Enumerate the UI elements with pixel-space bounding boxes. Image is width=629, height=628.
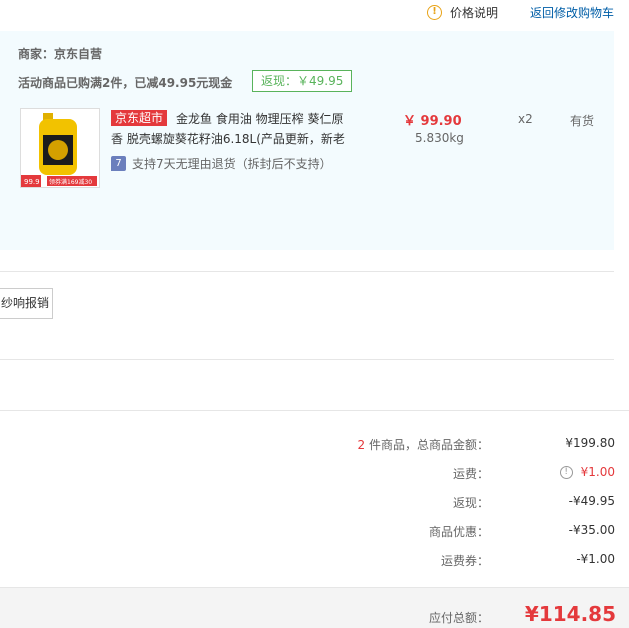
freight-value-wrap: ! ¥1.00 bbox=[559, 465, 615, 479]
stock-status: 有货 bbox=[570, 114, 595, 128]
summary-freight-coupon-row: 运费券： -¥1.00 bbox=[0, 552, 629, 572]
freight-value: ¥1.00 bbox=[580, 465, 615, 479]
product-quantity: x2 bbox=[518, 112, 533, 126]
promo-text: 活动商品已购满2件，已减49.95元现金 bbox=[18, 76, 233, 90]
summary-goods-row: 2 件商品，总商品金额： ¥199.80 bbox=[0, 436, 629, 456]
discount-value: -¥35.00 bbox=[568, 523, 615, 537]
freight-coupon-label: 运费券： bbox=[440, 554, 489, 568]
shop-order-block: 商家：京东自营 活动商品已购满2件，已减49.95元现金 返现：￥49.95 9… bbox=[0, 31, 614, 250]
merchant-name: 商家：京东自营 bbox=[18, 47, 103, 61]
return-to-cart-link[interactable]: 返回修改购物车 bbox=[530, 4, 614, 21]
summary-freight-row: 运费： ! ¥1.00 bbox=[0, 465, 629, 485]
divider bbox=[0, 359, 614, 360]
freight-coupon-value: -¥1.00 bbox=[576, 552, 615, 566]
freight-info-icon[interactable]: ! bbox=[559, 465, 573, 479]
info-icon: ! bbox=[427, 5, 442, 20]
thumb-price: 99.9 bbox=[24, 178, 40, 186]
rebate-label: 返现： bbox=[452, 496, 489, 510]
price-info-label: 价格说明 bbox=[450, 6, 499, 20]
invoice-button[interactable]: 纱响报销 bbox=[0, 288, 53, 319]
rebate-tag: 返现：￥49.95 bbox=[252, 70, 353, 92]
price-info-link[interactable]: ! 价格说明 bbox=[427, 4, 498, 21]
divider bbox=[0, 410, 629, 411]
goods-count-label: 2 件商品，总商品金额： bbox=[358, 436, 489, 453]
summary-rebate-row: 返现： -¥49.95 bbox=[0, 494, 629, 514]
divider bbox=[0, 271, 614, 272]
payable-label: 应付总额： bbox=[428, 611, 489, 625]
return-policy-text: 支持7天无理由退货（拆封后不支持） bbox=[132, 157, 332, 171]
payable-value: ¥114.85 bbox=[524, 602, 616, 626]
product-thumbnail[interactable]: 99.9 领券满169减30 bbox=[20, 108, 100, 188]
goods-count-suffix: 件商品，总商品金额： bbox=[368, 438, 489, 452]
rebate-value: -¥49.95 bbox=[568, 494, 615, 508]
jd-supermarket-badge: 京东超市 bbox=[111, 110, 168, 126]
payable-total-bar: 应付总额： ¥114.85 bbox=[0, 587, 629, 628]
summary-discount-row: 商品优惠： -¥35.00 bbox=[0, 523, 629, 543]
discount-label: 商品优惠： bbox=[428, 525, 489, 539]
seven-day-return-icon: 7 bbox=[111, 156, 126, 171]
top-links: ! 价格说明 返回修改购物车 bbox=[0, 0, 629, 26]
oil-bottle-image: 99.9 领券满169减30 bbox=[21, 109, 99, 187]
goods-count: 2 bbox=[357, 438, 366, 452]
product-price: ￥ 99.90 bbox=[403, 114, 462, 129]
freight-label: 运费： bbox=[452, 467, 489, 481]
product-weight: 5.830kg bbox=[415, 131, 464, 145]
return-policy: 7 支持7天无理由退货（拆封后不支持） bbox=[111, 155, 332, 172]
goods-total: ¥199.80 bbox=[565, 436, 615, 450]
thumb-promo: 领券满169减30 bbox=[49, 178, 92, 186]
